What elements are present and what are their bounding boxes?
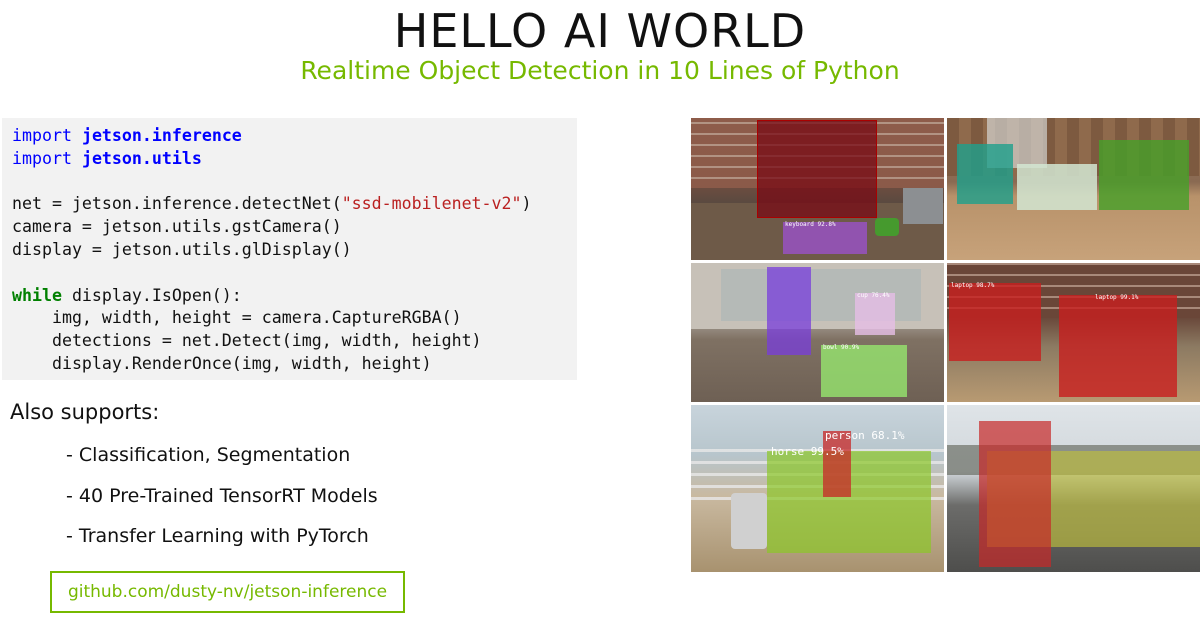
github-link[interactable]: github.com/dusty-nv/jetson-inference bbox=[50, 571, 405, 613]
detection-image-street bbox=[947, 405, 1200, 572]
laptop-box-1 bbox=[949, 283, 1041, 361]
detection-image-animals bbox=[947, 118, 1200, 260]
detection-label: bowl 90.9% bbox=[823, 344, 860, 351]
code-line-8: while display.IsOpen(): bbox=[12, 285, 567, 308]
mouse-box bbox=[875, 218, 899, 236]
code-line-1: import jetson.inference bbox=[12, 125, 567, 148]
elephant-box bbox=[957, 144, 1013, 204]
detection-label: laptop 98.7% bbox=[951, 282, 995, 289]
bowl-box bbox=[821, 345, 907, 397]
detection-label: keyboard 92.8% bbox=[785, 221, 836, 228]
detection-collage: keyboard 92.8% cup 76.4% bowl 90.9% lapt… bbox=[691, 118, 1200, 572]
horse-toy-box bbox=[1099, 140, 1189, 210]
code-text: net = jetson.inference.detectNet( bbox=[12, 194, 342, 214]
detection-label: horse 99.5% bbox=[771, 445, 844, 458]
detection-label: laptop 99.1% bbox=[1095, 294, 1139, 301]
cup-box bbox=[855, 293, 895, 335]
code-line-11: display.RenderOnce(img, width, height) bbox=[12, 353, 432, 373]
list-item: - Transfer Learning with PyTorch bbox=[66, 525, 369, 547]
code-keyword: import bbox=[12, 126, 72, 145]
page-title: HELLO AI WORLD bbox=[393, 4, 807, 58]
code-line-9: img, width, height = camera.CaptureRGBA(… bbox=[12, 308, 462, 328]
code-module: jetson.utils bbox=[81, 148, 202, 168]
code-block: import jetson.inference import jetson.uti… bbox=[2, 118, 577, 380]
person-box bbox=[979, 421, 1051, 567]
code-line-4: net = jetson.inference.detectNet("ssd-mo… bbox=[12, 193, 567, 216]
code-line-2: import jetson.utils bbox=[12, 148, 567, 171]
list-item: - Classification, Segmentation bbox=[66, 444, 351, 466]
list-item: - 40 Pre-Trained TensorRT Models bbox=[66, 484, 378, 507]
code-keyword: import bbox=[12, 148, 72, 168]
detection-label: person 68.1% bbox=[825, 429, 905, 442]
feature-list: - Classification, Segmentation - 40 Pre-… bbox=[66, 444, 378, 566]
detection-image-kitchen: cup 76.4% bowl 90.9% bbox=[691, 263, 944, 402]
bottle-box bbox=[767, 267, 811, 355]
laptop-box-2 bbox=[1059, 295, 1177, 397]
code-text: display.IsOpen(): bbox=[61, 285, 242, 305]
also-supports-heading: Also supports: bbox=[10, 400, 160, 424]
code-keyword: while bbox=[12, 285, 62, 305]
code-line-10: detections = net.Detect(img, width, heig… bbox=[12, 331, 482, 351]
detection-label: cup 76.4% bbox=[857, 292, 890, 299]
detection-image-horse: person 68.1% horse 99.5% bbox=[691, 405, 944, 572]
bear-box bbox=[1017, 164, 1097, 210]
page-subtitle: Realtime Object Detection in 10 Lines of… bbox=[300, 56, 900, 85]
code-line-5: camera = jetson.utils.gstCamera() bbox=[12, 217, 342, 237]
code-text: ) bbox=[521, 194, 532, 214]
detection-image-desk: keyboard 92.8% bbox=[691, 118, 944, 260]
code-module: jetson.inference bbox=[81, 126, 242, 145]
code-string: "ssd-mobilenet-v2" bbox=[341, 194, 522, 214]
code-line-6: display = jetson.utils.glDisplay() bbox=[12, 239, 352, 259]
detection-image-laptops: laptop 98.7% laptop 99.1% bbox=[947, 263, 1200, 402]
monitor-box bbox=[757, 120, 877, 218]
